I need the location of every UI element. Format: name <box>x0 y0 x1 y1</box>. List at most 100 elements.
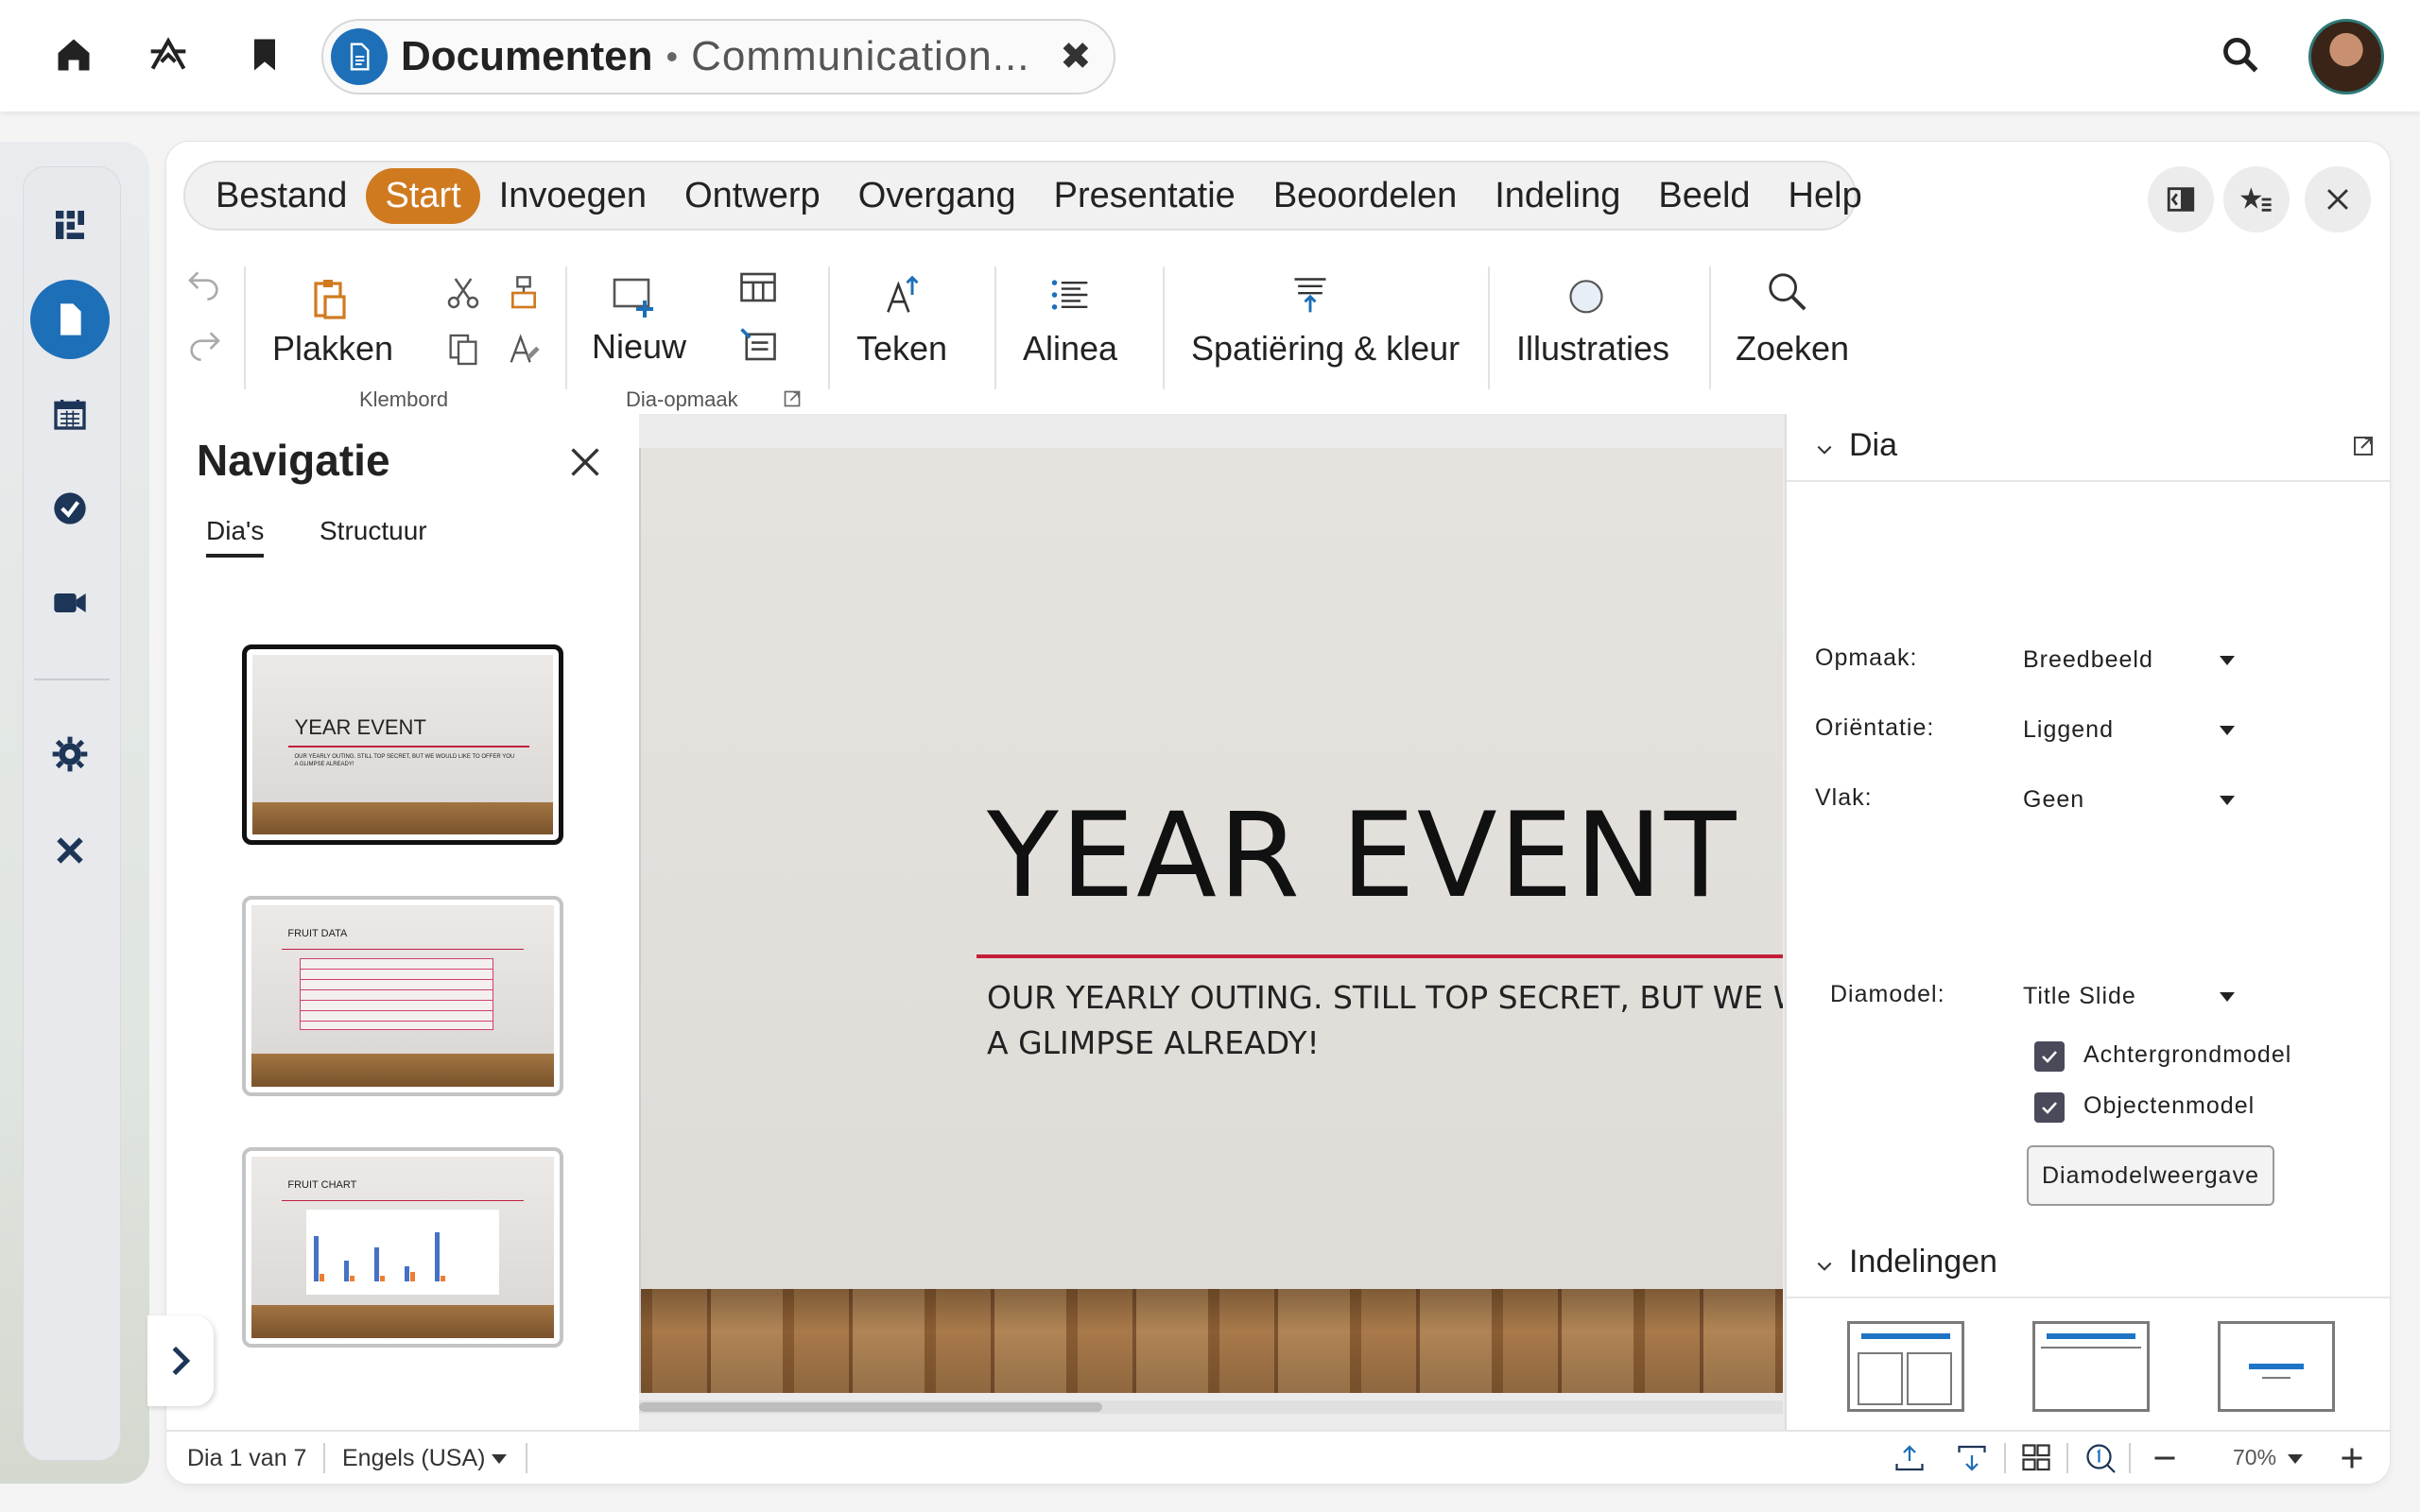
sidebar-toggle-button[interactable] <box>2148 166 2214 232</box>
favorite-button[interactable] <box>2223 166 2290 232</box>
paragraph-icon[interactable] <box>1046 270 1095 319</box>
clear-format-icon[interactable] <box>501 327 546 372</box>
object-master-checkbox[interactable] <box>2034 1092 2065 1123</box>
document-tab[interactable]: Documenten • Communication... ✖ <box>321 19 1115 94</box>
status-divider <box>2129 1443 2131 1473</box>
slide-thumbnail[interactable]: YEAR EVENT OUR YEARLY OUTING. STILL TOP … <box>242 644 563 845</box>
group-launcher-icon[interactable] <box>781 387 804 410</box>
bookmark-icon[interactable] <box>238 28 291 81</box>
fill-dropdown-caret[interactable] <box>2220 796 2235 805</box>
video-icon[interactable] <box>30 563 110 643</box>
master-label: Diamodel: <box>1830 981 1945 1007</box>
master-select[interactable]: Title Slide <box>2023 983 2136 1010</box>
search-icon[interactable] <box>2214 28 2267 81</box>
slide-thumbnail[interactable]: FRUIT CHART <box>242 1147 563 1348</box>
new-slide-icon[interactable] <box>607 270 660 323</box>
background-master-checkbox[interactable] <box>2034 1041 2065 1072</box>
zoom-in-icon[interactable] <box>2335 1441 2369 1475</box>
orientation-label: Oriëntatie: <box>1815 714 1935 741</box>
layout-title-only[interactable] <box>2032 1321 2150 1412</box>
menu-help[interactable]: Help <box>1770 168 1881 224</box>
slide-canvas[interactable]: YEAR EVENT OUR YEARLY OUTING. STILL TOP … <box>639 414 1951 1430</box>
close-tab-icon[interactable]: ✖ <box>1060 35 1092 78</box>
master-dropdown-caret[interactable] <box>2220 992 2235 1002</box>
apps-icon[interactable] <box>142 28 195 81</box>
tasks-icon[interactable] <box>30 469 110 548</box>
grid-view-icon[interactable] <box>2019 1441 2053 1475</box>
zoom-out-icon[interactable] <box>2148 1441 2182 1475</box>
draw-button[interactable]: Teken <box>856 329 947 369</box>
menu-indeling[interactable]: Indeling <box>1476 168 1639 224</box>
menu-start[interactable]: Start <box>366 167 480 224</box>
close-app-icon[interactable] <box>30 811 110 890</box>
find-icon[interactable] <box>1762 266 1811 316</box>
fit-width-icon[interactable] <box>1893 1441 1927 1475</box>
home-icon[interactable] <box>47 28 100 81</box>
slide-section-header[interactable]: Dia <box>1787 414 2390 482</box>
find-button[interactable]: Zoeken <box>1736 329 1849 369</box>
slide-thumbnail-content: FRUIT DATA <box>251 905 554 1087</box>
avatar[interactable] <box>2308 19 2384 94</box>
orientation-select[interactable]: Liggend <box>2023 716 2114 744</box>
layout-icon[interactable] <box>734 265 783 310</box>
chevron-down-icon <box>1817 1262 1832 1271</box>
fit-slide-icon[interactable] <box>1955 1441 1989 1475</box>
copy-icon[interactable] <box>441 327 486 372</box>
shapes-icon[interactable] <box>1562 270 1611 319</box>
menu-beoordelen[interactable]: Beoordelen <box>1254 168 1476 224</box>
spacing-color-button[interactable]: Spatiëring & kleur <box>1191 329 1460 369</box>
orientation-dropdown-caret[interactable] <box>2220 726 2235 735</box>
close-icon <box>2327 189 2348 210</box>
new-slide-button[interactable]: Nieuw <box>592 327 686 367</box>
horizontal-scrollbar[interactable] <box>639 1400 1783 1414</box>
layout-centered-text[interactable] <box>2218 1321 2335 1412</box>
paragraph-button[interactable]: Alinea <box>1023 329 1117 369</box>
menu-beeld[interactable]: Beeld <box>1639 168 1769 224</box>
illustrations-button[interactable]: Illustraties <box>1516 329 1669 369</box>
menu-overgang[interactable]: Overgang <box>839 168 1035 224</box>
settings-icon[interactable] <box>30 714 110 794</box>
background-master-label[interactable]: Achtergrondmodel <box>2083 1041 2291 1069</box>
expand-panel-button[interactable] <box>147 1315 214 1406</box>
language-dropdown-caret[interactable] <box>492 1454 507 1464</box>
paste-button[interactable]: Plakken <box>272 329 393 369</box>
menu-presentatie[interactable]: Presentatie <box>1035 168 1254 224</box>
slide[interactable]: YEAR EVENT OUR YEARLY OUTING. STILL TOP … <box>639 448 1783 1393</box>
calendar-icon[interactable] <box>30 374 110 454</box>
spacing-icon[interactable] <box>1286 270 1335 319</box>
slide-title[interactable]: YEAR EVENT <box>987 788 1738 924</box>
zoom-level[interactable]: 70% <box>2233 1445 2276 1470</box>
layouts-section-header[interactable]: Indelingen <box>1787 1230 2390 1298</box>
redo-icon[interactable] <box>182 321 227 367</box>
format-select[interactable]: Breedbeeld <box>2023 646 2153 674</box>
text-draw-icon[interactable] <box>877 270 926 319</box>
slide-properties-icon[interactable] <box>734 323 783 369</box>
menu-invoegen[interactable]: Invoegen <box>480 168 666 224</box>
paste-icon[interactable] <box>301 274 357 323</box>
documents-icon[interactable] <box>30 280 110 359</box>
tab-structure[interactable]: Structuur <box>320 516 427 546</box>
slide-subtitle[interactable]: OUR YEARLY OUTING. STILL TOP SECRET, BUT… <box>987 975 1783 1066</box>
format-painter-icon[interactable] <box>501 270 546 316</box>
zoom-reset-icon[interactable] <box>2083 1441 2118 1475</box>
sidebar-icon <box>2167 187 2195 212</box>
layout-title-two-content[interactable] <box>1847 1321 1964 1412</box>
menu-ontwerp[interactable]: Ontwerp <box>666 168 839 224</box>
zoom-dropdown-caret[interactable] <box>2288 1454 2303 1464</box>
popout-icon[interactable] <box>2352 435 2375 457</box>
dashboard-icon[interactable] <box>30 185 110 265</box>
undo-icon[interactable] <box>182 261 227 306</box>
format-dropdown-caret[interactable] <box>2220 656 2235 665</box>
master-view-button[interactable]: Diamodelweergave <box>2027 1145 2274 1206</box>
slide-thumbnail[interactable]: FRUIT DATA <box>242 896 563 1096</box>
scrollbar-thumb[interactable] <box>639 1402 1102 1412</box>
cut-icon[interactable] <box>441 270 486 316</box>
close-window-button[interactable] <box>2305 166 2371 232</box>
menu-bestand[interactable]: Bestand <box>197 168 366 224</box>
close-navigation-icon[interactable] <box>563 440 607 484</box>
layouts-section-title: Indelingen <box>1849 1244 1997 1280</box>
object-master-label[interactable]: Objectenmodel <box>2083 1092 2255 1120</box>
language-select[interactable]: Engels (USA) <box>342 1445 485 1472</box>
fill-select[interactable]: Geen <box>2023 786 2084 814</box>
tab-slides[interactable]: Dia's <box>206 516 265 558</box>
